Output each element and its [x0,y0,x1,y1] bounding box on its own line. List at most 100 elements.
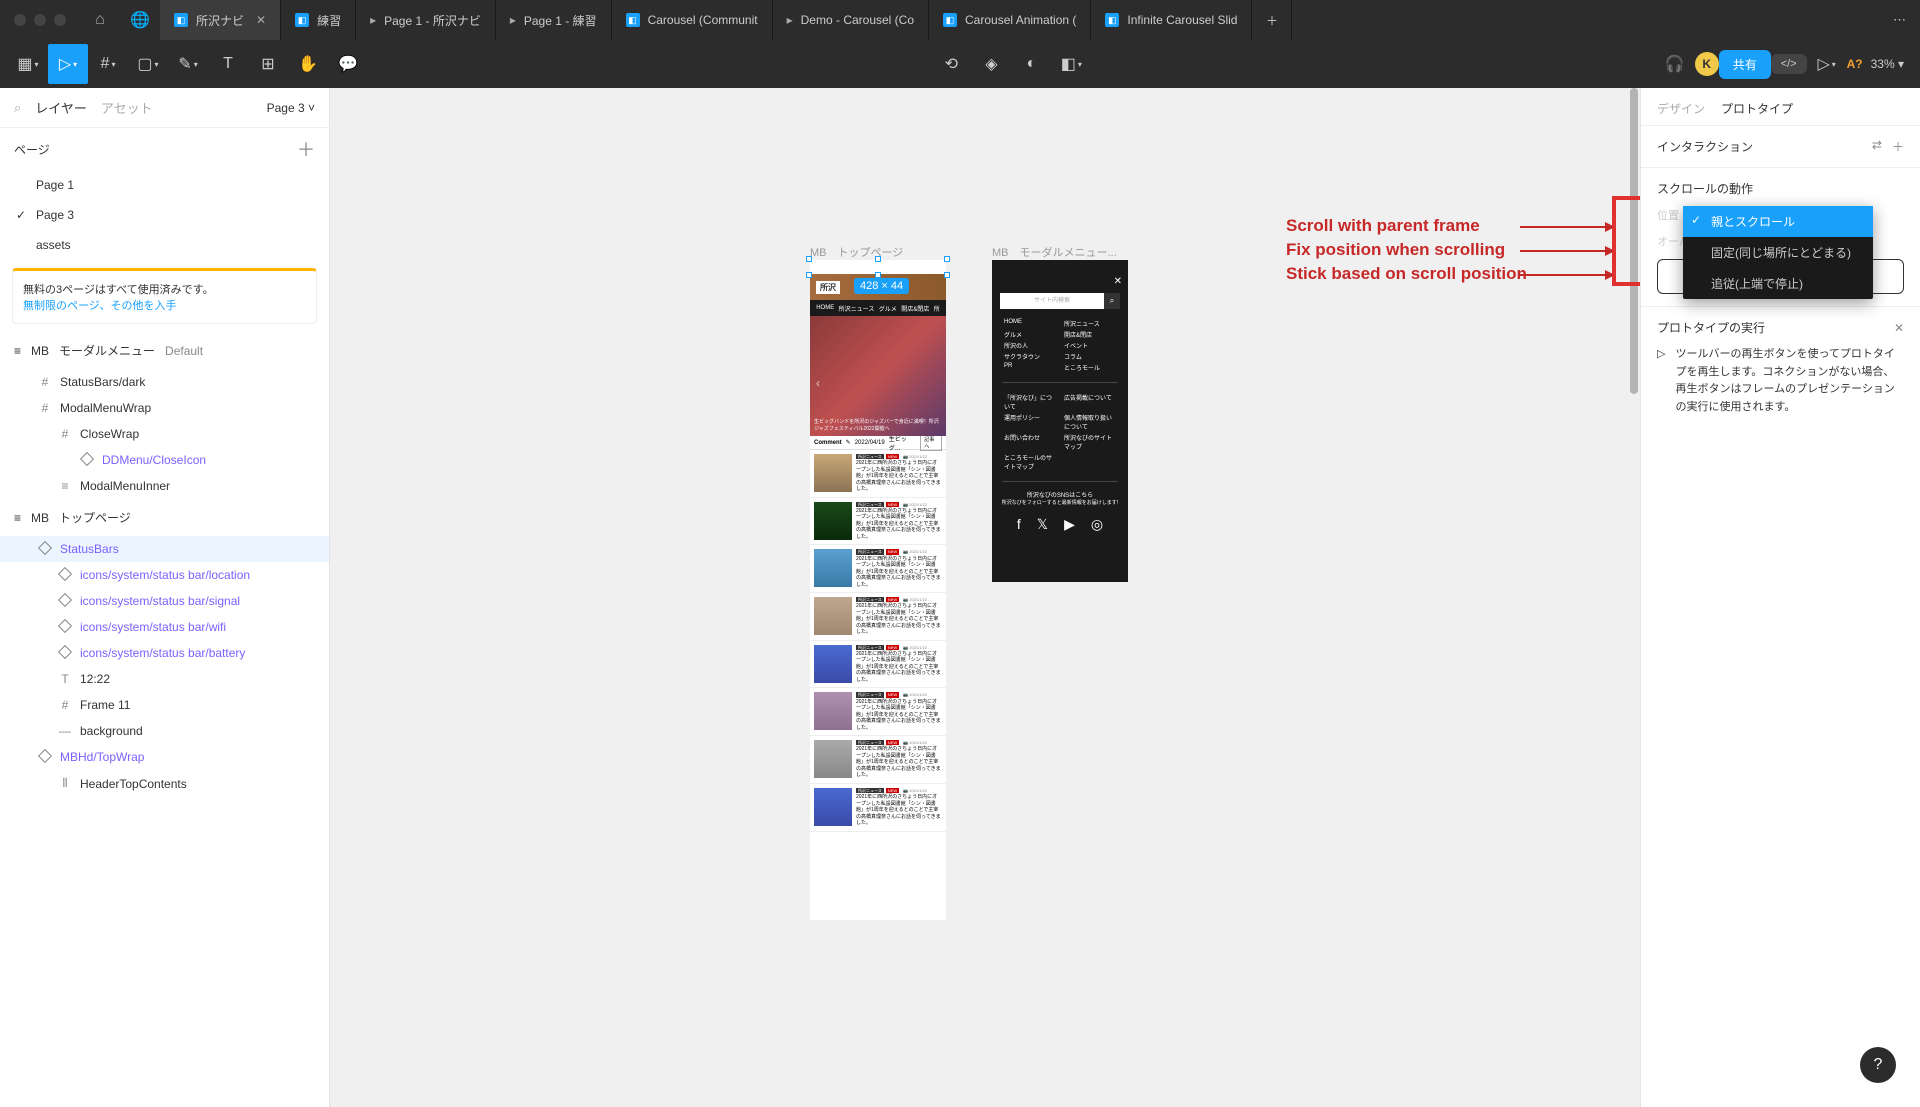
undo-icon[interactable]: ⟲ [931,44,971,84]
layer-name: ModalMenuInner [80,479,170,493]
close-icon[interactable]: ✕ [256,13,266,27]
tab-design[interactable]: デザイン [1657,100,1705,117]
dropdown-option-sticky[interactable]: 追従(上端で停止) [1683,268,1873,299]
layer-item[interactable]: icons/system/status bar/signal [0,588,329,614]
menu-link: グルメ [1004,330,1056,339]
page-selector[interactable]: Page 3 ˅ [267,101,315,115]
scroll-position-dropdown[interactable]: 親とスクロール 固定(同じ場所にとどまる) 追従(上端で停止) [1683,206,1873,299]
mask-icon[interactable]: ◐ [1011,44,1051,84]
layer-item[interactable]: ⦀HeaderTopContents [0,770,329,797]
layer-item[interactable]: MBHd/TopWrap [0,744,329,770]
tab-layers[interactable]: レイヤー [35,98,87,117]
page-item[interactable]: Page 3 [0,200,329,230]
social-icons: f 𝕏 ▶ ◎ [992,510,1128,539]
boolean-icon[interactable]: ◧▾ [1051,44,1091,84]
dropdown-option-fixed[interactable]: 固定(同じ場所にとどまる) [1683,237,1873,268]
article-card: 所沢ニュースNEW📷 2021/1/222021年に西所沢のさちょう日内にオープ… [810,784,946,832]
comment-tool[interactable]: 💬 [328,44,368,84]
card-thumbnail [814,740,852,778]
layer-item[interactable]: #StatusBars/dark [0,369,329,395]
tab-file-6[interactable]: ◧Carousel Animation ( [929,0,1091,40]
layer-item[interactable]: #CloseWrap [0,421,329,447]
layer-type-icon: ≡ [58,479,72,493]
layer-group-header[interactable]: ≡ MB モーダルメニュー Default [0,332,329,369]
hand-tool[interactable]: ✋ [288,44,328,84]
page-item[interactable]: Page 1 [0,170,329,200]
dev-mode-toggle[interactable]: </> [1771,54,1807,74]
layer-item[interactable]: StatusBars [0,536,329,562]
present-button[interactable]: ▷▾ [1807,44,1847,84]
canvas-frame-2[interactable]: ✕ サイト内検索 ⌕ HOME所沢ニュースグルメ開店&閉店所沢の人イベントサクラ… [992,260,1128,582]
upgrade-banner: 無料の3ページはすべて使用済みです。 無制限のページ、その他を入手 [12,268,317,324]
status-bar-selection[interactable] [810,260,946,274]
tab-file-4[interactable]: ◧Carousel (Communit [612,0,773,40]
facebook-icon: f [1017,516,1021,533]
window-titlebar: ⌂ 🌐 ◧所沢ナビ✕ ◧練習 ▸Page 1 - 所沢ナビ ▸Page 1 - … [0,0,1920,40]
tab-file-3[interactable]: ▸Page 1 - 練習 [496,0,612,40]
zoom-level[interactable]: 33% ▾ [1863,57,1912,71]
search-icon[interactable]: ⌕ [14,100,21,116]
swap-icon[interactable]: ⇄ [1872,138,1882,155]
home-icon[interactable]: ⌂ [80,0,120,40]
shape-tool[interactable]: ▢▾ [128,44,168,84]
tab-file-5[interactable]: ▸Demo - Carousel (Co [773,0,929,40]
tab-label: 練習 [317,12,341,29]
pen-tool[interactable]: ✎▾ [168,44,208,84]
component-icon[interactable]: ◈ [971,44,1011,84]
tab-assets[interactable]: アセット [101,98,153,117]
layer-item[interactable]: —background [0,718,329,744]
text-tool[interactable]: T [208,44,248,84]
add-interaction-button[interactable]: ＋ [1892,138,1904,155]
main-menu-button[interactable]: ▦▾ [8,44,48,84]
article-card: 所沢ニュースNEW📷 2021/1/222021年に西所沢のさちょう日内にオープ… [810,450,946,498]
tab-file-7[interactable]: ◧Infinite Carousel Slid [1091,0,1252,40]
tab-file-1[interactable]: ◧練習 [281,0,356,40]
card-body: 所沢ニュースNEW📷 2021/1/222021年に西所沢のさちょう日内にオープ… [856,549,942,588]
frame-label[interactable]: MB トップページ [810,244,903,260]
help-button[interactable]: ? [1860,1047,1896,1083]
layer-item[interactable]: T12:22 [0,666,329,692]
layer-item[interactable]: ≡ ModalMenuInner [0,473,329,499]
mac-traffic-lights[interactable] [0,14,80,26]
frame-label[interactable]: MB モーダルメニュー... [992,244,1117,260]
user-avatar[interactable]: K [1695,52,1719,76]
layer-item[interactable]: icons/system/status bar/location [0,562,329,588]
layer-item[interactable]: #ModalMenuWrap [0,395,329,421]
site-nav: HOME所沢ニュースグルメ開店&閉店所 [810,300,946,316]
layer-item[interactable]: icons/system/status bar/battery [0,640,329,666]
layer-group-header[interactable]: ≡ MB トップページ [0,499,329,536]
tab-prototype[interactable]: プロトタイプ [1721,100,1793,117]
exec-description: ツールバーの再生ボタンを使ってプロトタイプを再生します。コネクションがない場合、… [1675,346,1904,416]
card-thumbnail [814,645,852,683]
annotation-arrow [1520,274,1614,276]
comment-bar: Comment✎ 2022/04/19 生ビッグ… 記事へ [810,436,946,450]
layer-item[interactable]: icons/system/status bar/wifi [0,614,329,640]
close-icon[interactable]: ✕ [1894,321,1904,335]
canvas[interactable]: MB トップページ 428 × 44 所沢 HOME所沢ニュースグルメ開店&閉店… [330,88,1640,1107]
canvas-frame-1[interactable]: 428 × 44 所沢 HOME所沢ニュースグルメ開店&閉店所 ‹ 生ビッグバン… [810,260,946,920]
overflow-menu-icon[interactable]: ⋯ [1893,12,1906,28]
layer-type-icon [38,750,52,764]
dropdown-option-scroll-with-parent[interactable]: 親とスクロール [1683,206,1873,237]
upgrade-link[interactable]: 無制限のページ、その他を入手 [23,300,176,312]
share-button[interactable]: 共有 [1719,50,1771,79]
frame-tool[interactable]: #▾ [88,44,128,84]
layer-item[interactable]: #Frame 11 [0,692,329,718]
layer-item[interactable]: DDMenu/CloseIcon [0,447,329,473]
page-item[interactable]: assets [0,230,329,260]
menu-link: コラム [1064,352,1116,361]
move-tool[interactable]: ▷▾ [48,44,88,84]
layer-type-icon: T [58,672,72,686]
tab-file-2[interactable]: ▸Page 1 - 所沢ナビ [356,0,496,40]
card-body: 所沢ニュースNEW📷 2021/1/222021年に西所沢のさちょう日内にオープ… [856,502,942,541]
headphones-icon[interactable]: 🎧 [1655,44,1695,84]
layer-type-icon [58,646,72,660]
new-tab-button[interactable]: ＋ [1252,0,1292,40]
resources-tool[interactable]: ⊞ [248,44,288,84]
add-page-button[interactable]: ＋ [297,136,315,162]
missing-fonts-badge[interactable]: A? [1847,57,1863,71]
tab-file-0[interactable]: ◧所沢ナビ✕ [160,0,281,40]
layer-name: MBHd/TopWrap [60,750,144,764]
article-card: 所沢ニュースNEW📷 2021/1/222021年に西所沢のさちょう日内にオープ… [810,498,946,546]
globe-icon[interactable]: 🌐 [120,0,160,40]
